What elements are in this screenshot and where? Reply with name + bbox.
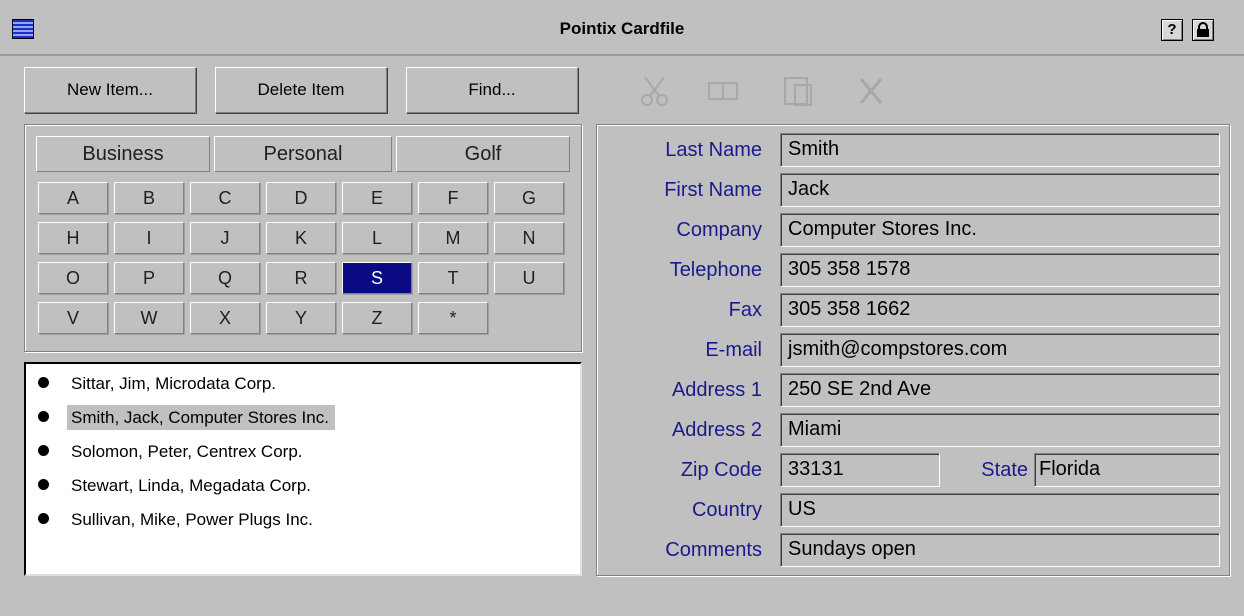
- letter-button-j[interactable]: J: [190, 222, 260, 254]
- find-button[interactable]: Find...: [406, 67, 578, 113]
- contact-list[interactable]: Sittar, Jim, Microdata Corp. Smith, Jack,…: [24, 362, 582, 576]
- letter-button-x[interactable]: X: [190, 302, 260, 334]
- tab-golf[interactable]: Golf: [396, 136, 570, 172]
- lock-button[interactable]: [1192, 19, 1214, 41]
- scissors-icon: [637, 76, 673, 116]
- cut-button[interactable]: [632, 68, 678, 114]
- delete-x-icon: [853, 78, 889, 116]
- telephone-label: Telephone: [669, 259, 762, 281]
- list-item-label: Sullivan, Mike, Power Plugs Inc.: [71, 510, 313, 529]
- delete-item-button[interactable]: Delete Item: [215, 67, 387, 113]
- new-item-button[interactable]: New Item...: [24, 67, 196, 113]
- zip-code-label: Zip Code: [680, 459, 762, 481]
- bullet-icon: [38, 377, 49, 389]
- zip-code-field[interactable]: 33131: [780, 453, 940, 487]
- window-title: Pointix Cardfile: [559, 19, 685, 38]
- letter-button-v[interactable]: V: [38, 302, 108, 334]
- letter-button-f[interactable]: F: [418, 182, 488, 214]
- copy-icon: [705, 82, 741, 116]
- address2-label: Address 2: [671, 419, 762, 441]
- fax-field[interactable]: 305 358 1662: [780, 293, 1220, 327]
- bullet-icon: [38, 479, 49, 491]
- list-item[interactable]: Sittar, Jim, Microdata Corp.: [38, 368, 282, 400]
- country-label: Country: [691, 499, 762, 521]
- last-name-label: Last Name: [665, 139, 762, 161]
- letter-button-b[interactable]: B: [114, 182, 184, 214]
- letter-button-h[interactable]: H: [38, 222, 108, 254]
- letter-button-g[interactable]: G: [494, 182, 564, 214]
- list-item[interactable]: Sullivan, Mike, Power Plugs Inc.: [38, 504, 319, 536]
- letter-button-k[interactable]: K: [266, 222, 336, 254]
- letter-button-e[interactable]: E: [342, 182, 412, 214]
- letter-button-t[interactable]: T: [418, 262, 488, 294]
- letter-button-c[interactable]: C: [190, 182, 260, 214]
- tab-personal[interactable]: Personal: [214, 136, 392, 172]
- bullet-icon: [38, 513, 49, 525]
- letter-button-i[interactable]: I: [114, 222, 184, 254]
- fax-label: Fax: [728, 299, 762, 321]
- telephone-field[interactable]: 305 358 1578: [780, 253, 1220, 287]
- company-field[interactable]: Computer Stores Inc.: [780, 213, 1220, 247]
- paste-button[interactable]: [776, 68, 822, 114]
- tab-business[interactable]: Business: [36, 136, 210, 172]
- state-label: State: [981, 459, 1028, 481]
- letter-button-m[interactable]: M: [418, 222, 488, 254]
- help-button[interactable]: ?: [1161, 19, 1183, 41]
- comments-label: Comments: [665, 539, 762, 561]
- letter-button-u[interactable]: U: [494, 262, 564, 294]
- letter-button-p[interactable]: P: [114, 262, 184, 294]
- address1-field[interactable]: 250 SE 2nd Ave: [780, 373, 1220, 407]
- company-label: Company: [676, 219, 762, 241]
- delete-x-button[interactable]: [848, 68, 894, 114]
- letter-button-q[interactable]: Q: [190, 262, 260, 294]
- list-item-label: Sittar, Jim, Microdata Corp.: [71, 374, 277, 393]
- email-field[interactable]: jsmith@compstores.com: [780, 333, 1220, 367]
- lock-icon: [1196, 22, 1210, 41]
- paste-icon: [781, 77, 817, 116]
- letter-button-all[interactable]: *: [418, 302, 488, 334]
- country-field[interactable]: US: [780, 493, 1220, 527]
- letter-button-s[interactable]: S: [342, 262, 412, 294]
- first-name-label: First Name: [664, 179, 762, 201]
- letter-button-w[interactable]: W: [114, 302, 184, 334]
- letter-button-y[interactable]: Y: [266, 302, 336, 334]
- address1-label: Address 1: [671, 379, 762, 401]
- address2-field[interactable]: Miami: [780, 413, 1220, 447]
- letter-button-n[interactable]: N: [494, 222, 564, 254]
- letter-button-z[interactable]: Z: [342, 302, 412, 334]
- title-bar: Pointix Cardfile ?: [0, 0, 1244, 56]
- state-field[interactable]: Florida: [1034, 453, 1220, 487]
- last-name-field[interactable]: Smith: [780, 133, 1220, 167]
- bullet-icon: [38, 445, 49, 457]
- comments-field[interactable]: Sundays open: [780, 533, 1220, 567]
- letter-button-a[interactable]: A: [38, 182, 108, 214]
- list-item[interactable]: Solomon, Peter, Centrex Corp.: [38, 436, 309, 468]
- copy-button[interactable]: [700, 68, 746, 114]
- list-item[interactable]: Stewart, Linda, Megadata Corp.: [38, 470, 317, 502]
- list-item[interactable]: Smith, Jack, Computer Stores Inc.: [38, 402, 335, 434]
- first-name-field[interactable]: Jack: [780, 173, 1220, 207]
- list-item-label: Smith, Jack, Computer Stores Inc.: [67, 405, 335, 430]
- letter-button-d[interactable]: D: [266, 182, 336, 214]
- letter-button-o[interactable]: O: [38, 262, 108, 294]
- letter-button-l[interactable]: L: [342, 222, 412, 254]
- bullet-icon: [38, 411, 49, 423]
- letter-button-r[interactable]: R: [266, 262, 336, 294]
- list-item-label: Solomon, Peter, Centrex Corp.: [71, 442, 303, 461]
- email-label: E-mail: [705, 339, 762, 361]
- app-window: Pointix Cardfile ? New Item... Delete It…: [0, 0, 1244, 616]
- list-item-label: Stewart, Linda, Megadata Corp.: [71, 476, 312, 495]
